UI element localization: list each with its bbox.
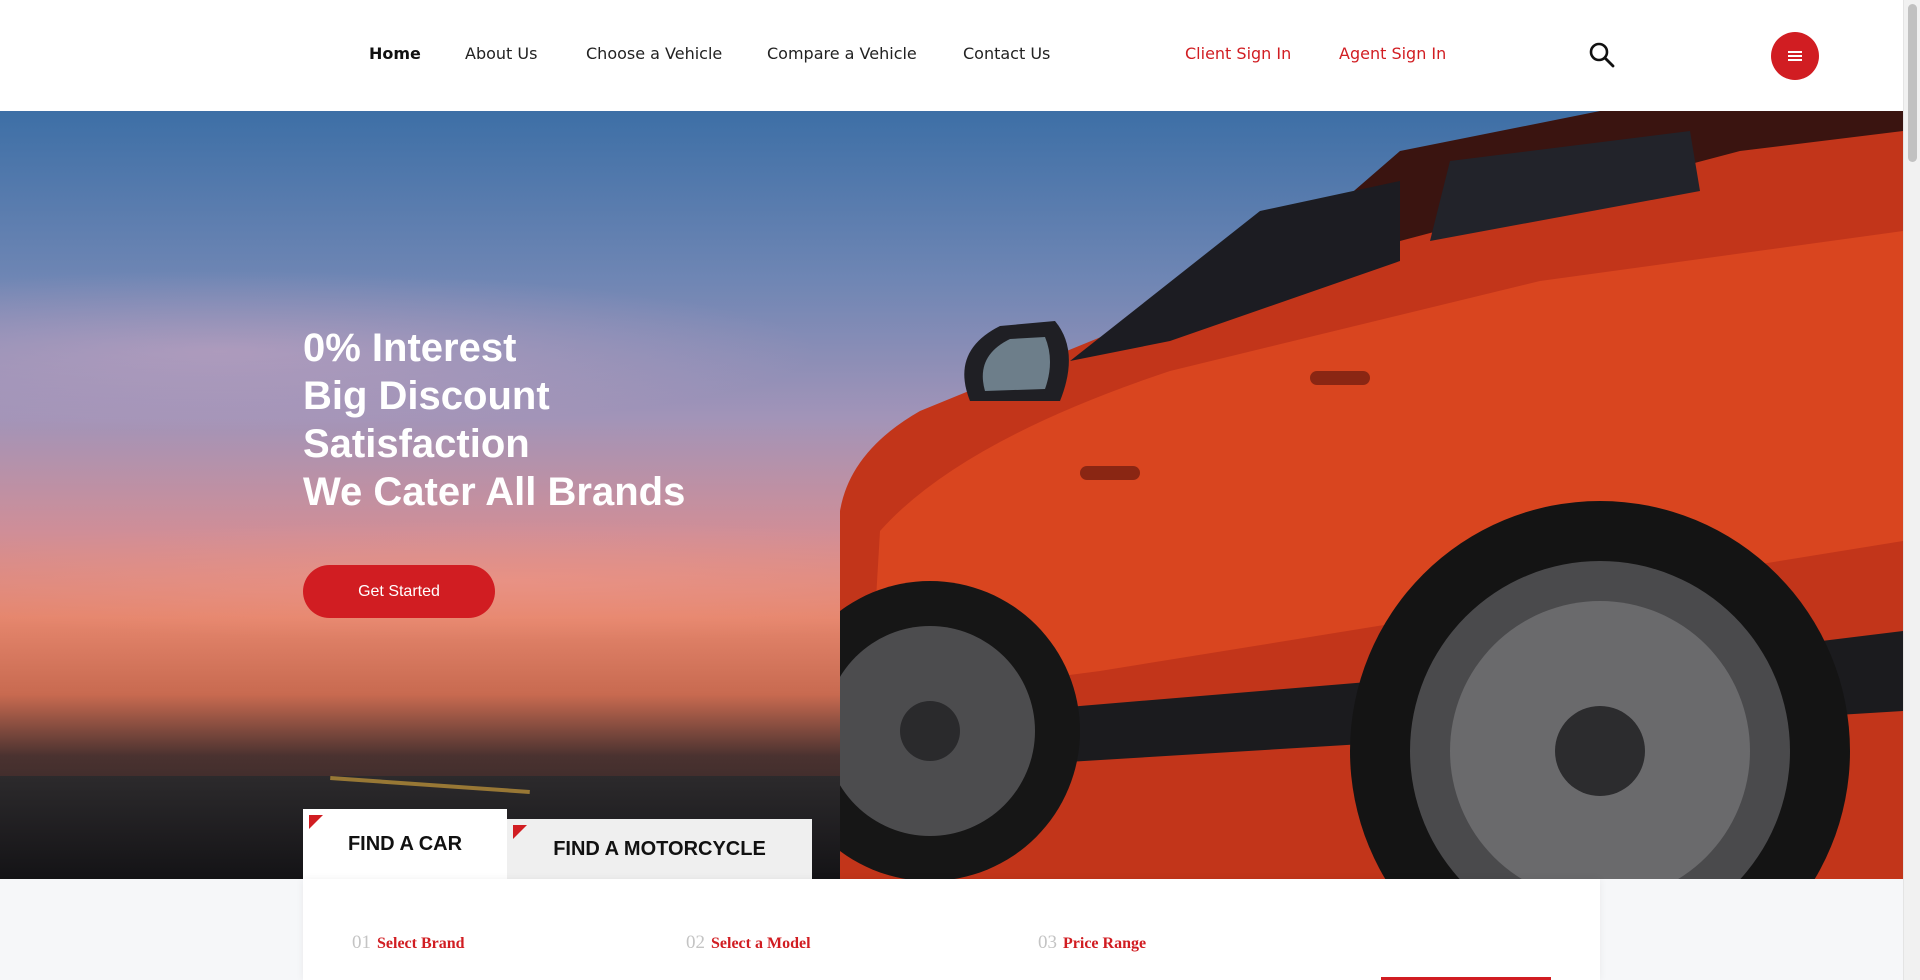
- step-number: 03: [1038, 932, 1057, 953]
- site-header: Home About Us Choose a Vehicle Compare a…: [0, 0, 1903, 111]
- tab-corner-marker: [309, 815, 323, 829]
- tab-find-a-car-label: FIND A CAR: [347, 832, 463, 855]
- agent-sign-in-link[interactable]: Agent Sign In: [1339, 44, 1446, 63]
- step-price-range[interactable]: 03 Price Range: [1038, 932, 1146, 954]
- headline-line-2: Big Discount: [303, 374, 550, 418]
- scrollbar[interactable]: [1903, 0, 1920, 980]
- step-select-brand[interactable]: 01 Select Brand: [352, 932, 465, 954]
- menu-button[interactable]: [1771, 32, 1819, 80]
- headline-line-1: 0% Interest: [303, 326, 517, 370]
- step-number: 01: [352, 932, 371, 953]
- headline-line-4: We Cater All Brands: [303, 470, 686, 514]
- step-label: Select Brand: [377, 935, 465, 952]
- step-label: Price Range: [1063, 935, 1147, 952]
- step-label: Select a Model: [711, 935, 811, 952]
- hero-banner: 0% Interest Big Discount Satisfaction We…: [0, 111, 1903, 879]
- red-suv-image: [840, 111, 1903, 879]
- vehicle-search-panel: [303, 879, 1600, 980]
- headline-line-3: Satisfaction: [303, 422, 530, 466]
- tab-find-a-motorcycle[interactable]: FIND A MOTORCYCLE: [507, 819, 812, 879]
- nav-about-us[interactable]: About Us: [465, 44, 537, 63]
- hero-headline: 0% Interest Big Discount Satisfaction We…: [303, 324, 685, 516]
- step-select-model[interactable]: 02 Select a Model: [686, 932, 811, 954]
- client-sign-in-link[interactable]: Client Sign In: [1185, 44, 1291, 63]
- scrollbar-thumb[interactable]: [1908, 4, 1917, 162]
- nav-compare-vehicle[interactable]: Compare a Vehicle: [767, 44, 917, 63]
- nav-choose-vehicle[interactable]: Choose a Vehicle: [586, 44, 722, 63]
- nav-home[interactable]: Home: [369, 44, 421, 63]
- tab-find-a-motorcycle-label: FIND A MOTORCYCLE: [553, 837, 766, 860]
- search-icon: [1589, 42, 1615, 68]
- nav-contact-us[interactable]: Contact Us: [963, 44, 1050, 63]
- get-started-button[interactable]: Get Started: [303, 565, 495, 618]
- tab-find-a-car[interactable]: FIND A CAR: [303, 809, 507, 879]
- hamburger-icon: [1788, 51, 1802, 61]
- tab-corner-marker: [513, 825, 527, 839]
- step-number: 02: [686, 932, 705, 953]
- search-button[interactable]: [1588, 41, 1616, 69]
